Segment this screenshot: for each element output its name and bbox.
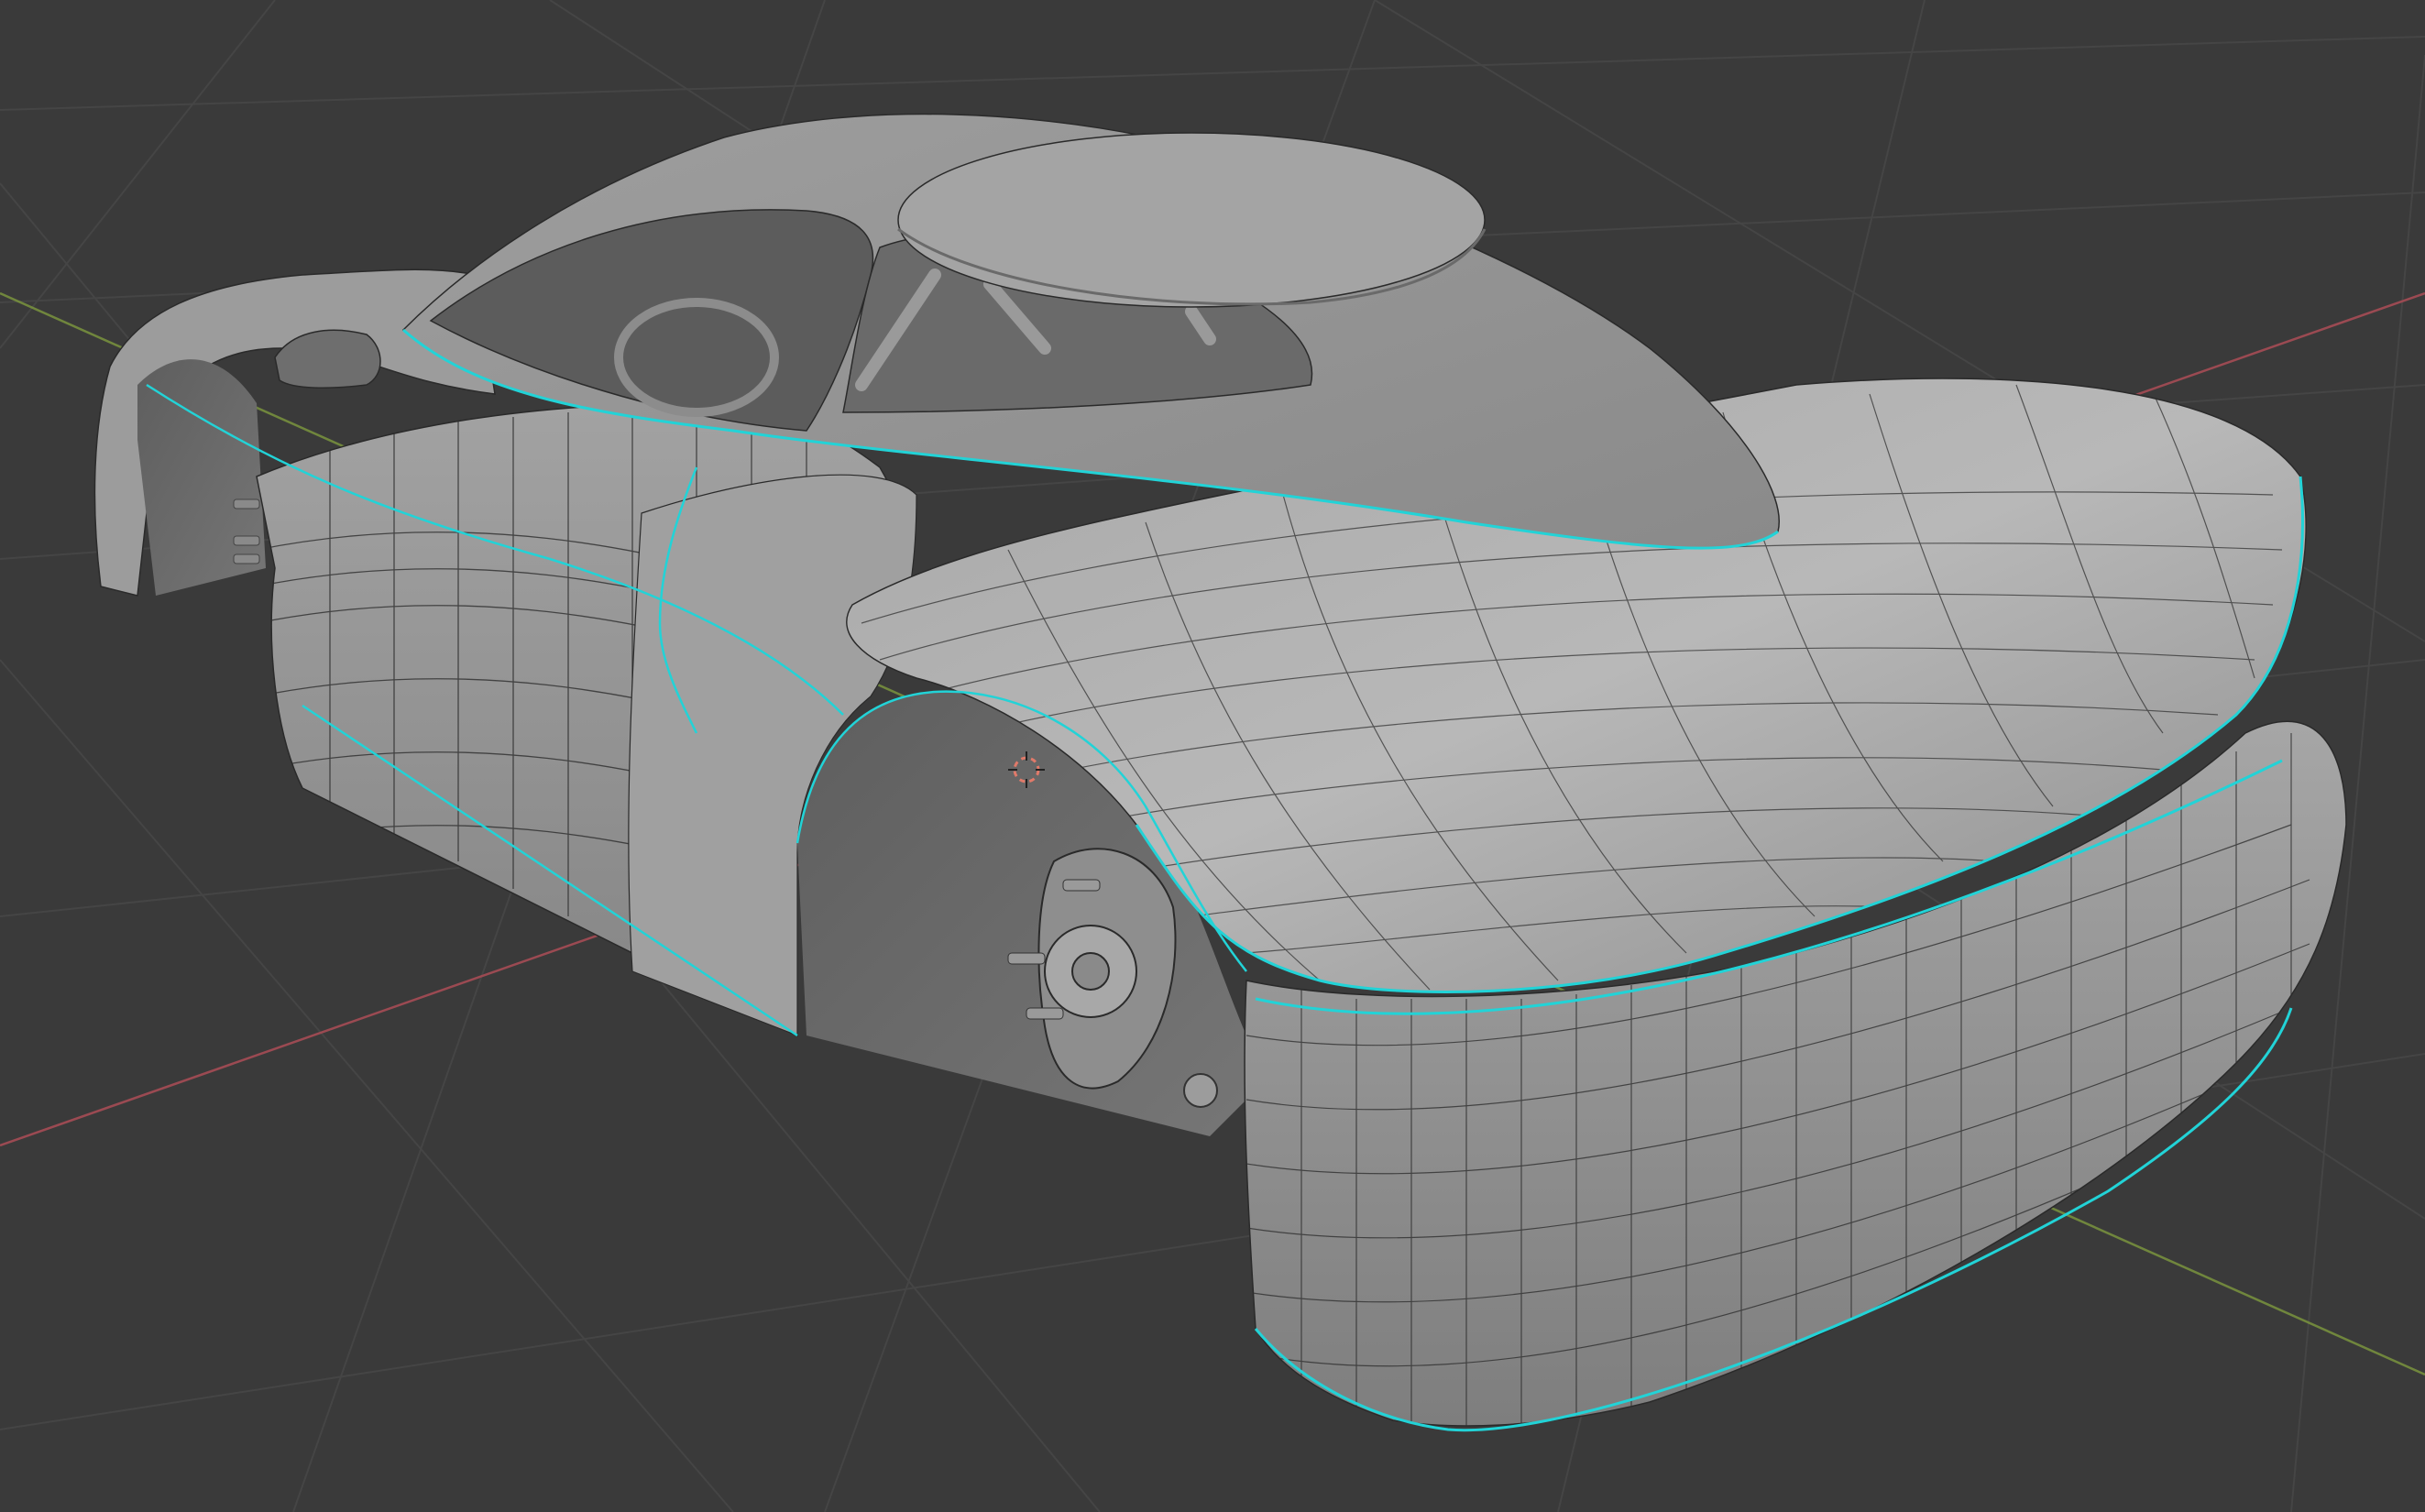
car-body-mesh[interactable]: [93, 113, 2347, 1432]
3d-viewport[interactable]: [0, 0, 2425, 1512]
roof[interactable]: [897, 132, 1486, 308]
viewport-canvas[interactable]: [0, 0, 2425, 1512]
